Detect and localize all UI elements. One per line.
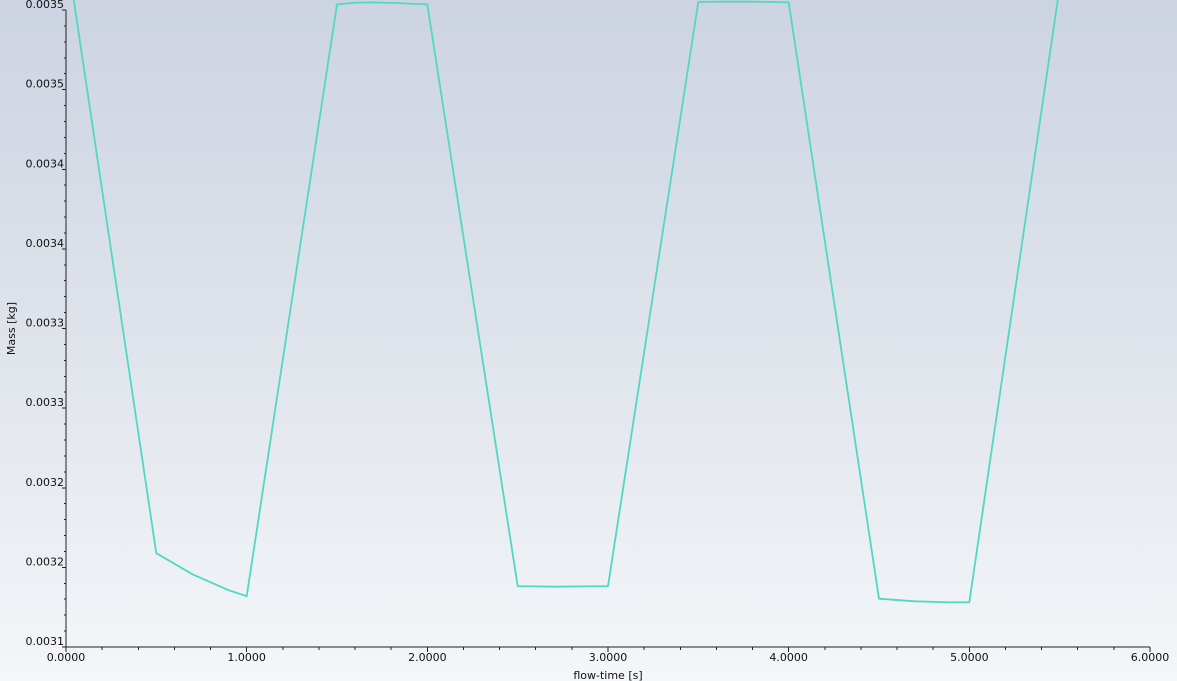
y-tick-label: 0.0034 [26, 237, 65, 250]
x-axis-title: flow-time [s] [573, 669, 642, 681]
x-tick-label: 2.0000 [408, 651, 447, 664]
x-axis-ticks: 0.0000 1.0000 2.0000 3.0000 4.0000 5.0000 6.00… [47, 647, 1170, 664]
y-tick-label: 0.0035 [26, 78, 65, 91]
x-tick-label: 1.0000 [227, 651, 266, 664]
y-axis-ticks: 0.0031 0.0032 0.0032 0.0033 0.0033 0.0034 0.00… [26, 0, 66, 648]
x-tick-label: 6.0000 [1131, 651, 1170, 664]
x-tick-label: 3.0000 [589, 651, 628, 664]
y-tick-label: 0.0032 [26, 555, 65, 568]
y-axis-title: Mass [kg] [5, 302, 18, 355]
y-tick-label: 0.0033 [26, 317, 65, 330]
x-tick-label: 4.0000 [769, 651, 808, 664]
y-tick-label: 0.0032 [26, 476, 65, 489]
mass-vs-flow-time-chart: 0.0031 0.0032 0.0032 0.0033 0.0033 0.0034 0.00… [5, 0, 1170, 681]
y-tick-label: 0.0031 [26, 635, 65, 648]
y-tick-label: 0.0034 [26, 157, 65, 170]
mass-series-points [156, 1, 970, 603]
mass-series-line [72, 0, 1059, 604]
x-tick-label: 0.0000 [47, 651, 86, 664]
x-tick-label: 5.0000 [950, 651, 989, 664]
y-tick-label: 0.0035 [26, 0, 65, 11]
y-tick-label: 0.0033 [26, 396, 65, 409]
